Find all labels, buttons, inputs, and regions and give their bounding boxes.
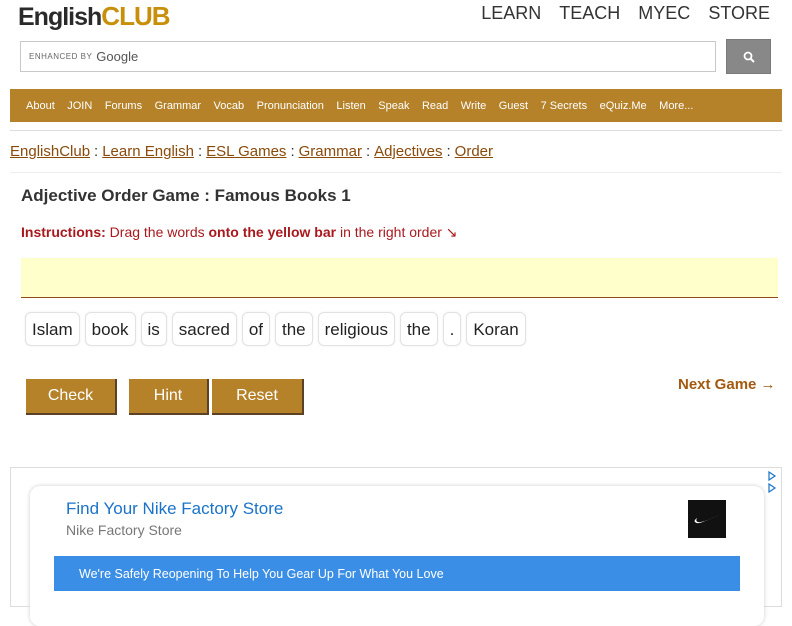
breadcrumb-learn-english[interactable]: Learn English (102, 143, 194, 160)
menu-item-join[interactable]: JOIN (67, 100, 92, 112)
word-tile[interactable]: . (442, 312, 462, 346)
breadcrumb-separator: : (365, 143, 371, 160)
menu-item-guest[interactable]: Guest (499, 100, 528, 112)
menu-item-grammar[interactable]: Grammar (155, 100, 201, 112)
breadcrumb-grammar[interactable]: Grammar (299, 143, 362, 160)
instructions-label: Instructions: (21, 224, 106, 240)
nav-learn[interactable]: LEARN (481, 3, 541, 24)
englishclub-logo[interactable]: EnglishCLUB (18, 0, 171, 36)
breadcrumb-adjectives[interactable]: Adjectives (374, 143, 442, 160)
breadcrumb-esl-games[interactable]: ESL Games (206, 143, 286, 160)
page-title: Adjective Order Game : Famous Books 1 (21, 186, 351, 205)
breadcrumb-separator: : (290, 143, 295, 160)
menu-item-forums[interactable]: Forums (105, 100, 142, 112)
word-tile[interactable]: of (241, 312, 270, 346)
menu-item-read[interactable]: Read (422, 100, 448, 112)
enhanced-by-label: ENHANCED BY (29, 52, 93, 61)
menu-item-more[interactable]: More... (659, 100, 693, 112)
nav-teach[interactable]: TEACH (559, 3, 620, 24)
word-tile[interactable]: Islam (25, 312, 80, 346)
search-icon (743, 51, 755, 63)
instructions: Instructions: Drag the words onto the ye… (21, 224, 458, 241)
menu-item-about[interactable]: About (26, 100, 55, 112)
advertisement: Find Your Nike Factory Store Nike Factor… (10, 467, 782, 626)
answer-drop-bar[interactable] (21, 258, 778, 298)
nav-myec[interactable]: MYEC (638, 3, 690, 24)
breadcrumb-order[interactable]: Order (455, 143, 493, 160)
hint-button[interactable]: Hint (129, 379, 209, 415)
google-brand: Google (96, 49, 139, 64)
breadcrumb-separator: : (94, 143, 99, 160)
reset-button[interactable]: Reset (212, 379, 304, 415)
divider (10, 172, 782, 173)
word-tile[interactable]: sacred (171, 312, 237, 346)
instructions-text: Drag the words (105, 224, 209, 240)
instructions-text-end: in the right order ↘ (336, 224, 458, 240)
logo-text-club: CLUB (101, 1, 170, 31)
instructions-emphasis: onto the yellow bar (208, 224, 337, 240)
breadcrumb-separator: : (446, 143, 451, 160)
ad-choices-icon[interactable] (767, 470, 777, 499)
word-tile[interactable]: is (140, 312, 167, 346)
check-button[interactable]: Check (26, 379, 117, 415)
word-tile[interactable]: the (399, 312, 438, 346)
search-input[interactable]: ENHANCED BY Google (20, 41, 716, 72)
search-button[interactable] (726, 39, 771, 74)
menu-item-write[interactable]: Write (461, 100, 486, 112)
divider (10, 130, 782, 131)
main-menu-bar: About JOIN Forums Grammar Vocab Pronunci… (10, 89, 782, 122)
word-tile[interactable]: Koran (466, 312, 526, 346)
ad-card[interactable]: Find Your Nike Factory Store Nike Factor… (30, 486, 764, 626)
menu-item-7-secrets[interactable]: 7 Secrets (541, 100, 587, 112)
ad-title[interactable]: Find Your Nike Factory Store (66, 499, 283, 519)
site-header: EnglishCLUB LEARN TEACH MYEC STORE (0, 0, 792, 40)
word-tile[interactable]: book (84, 312, 136, 346)
breadcrumb-separator: : (197, 143, 203, 160)
nike-logo[interactable] (688, 500, 726, 538)
ad-banner[interactable]: We're Safely Reopening To Help You Gear … (54, 556, 740, 591)
nav-store[interactable]: STORE (708, 3, 770, 24)
word-tile[interactable]: the (275, 312, 313, 346)
breadcrumb: EnglishClub: Learn English: ESL Games: Gram… (10, 143, 493, 160)
menu-item-vocab[interactable]: Vocab (214, 100, 245, 112)
top-nav: LEARN TEACH MYEC STORE (481, 3, 770, 24)
word-tile[interactable]: religious (317, 312, 395, 346)
menu-item-equiz[interactable]: eQuiz.Me (600, 100, 647, 112)
breadcrumb-englishclub[interactable]: EnglishClub (10, 143, 90, 160)
menu-item-listen[interactable]: Listen (336, 100, 365, 112)
menu-item-pronunciation[interactable]: Pronunciation (257, 100, 324, 112)
word-bank: Islam book is sacred of the religious th… (25, 312, 526, 346)
logo-text-english: English (18, 3, 102, 31)
next-game-link[interactable]: Next Game → (678, 376, 776, 393)
menu-item-speak[interactable]: Speak (378, 100, 409, 112)
ad-subtitle: Nike Factory Store (66, 522, 182, 538)
